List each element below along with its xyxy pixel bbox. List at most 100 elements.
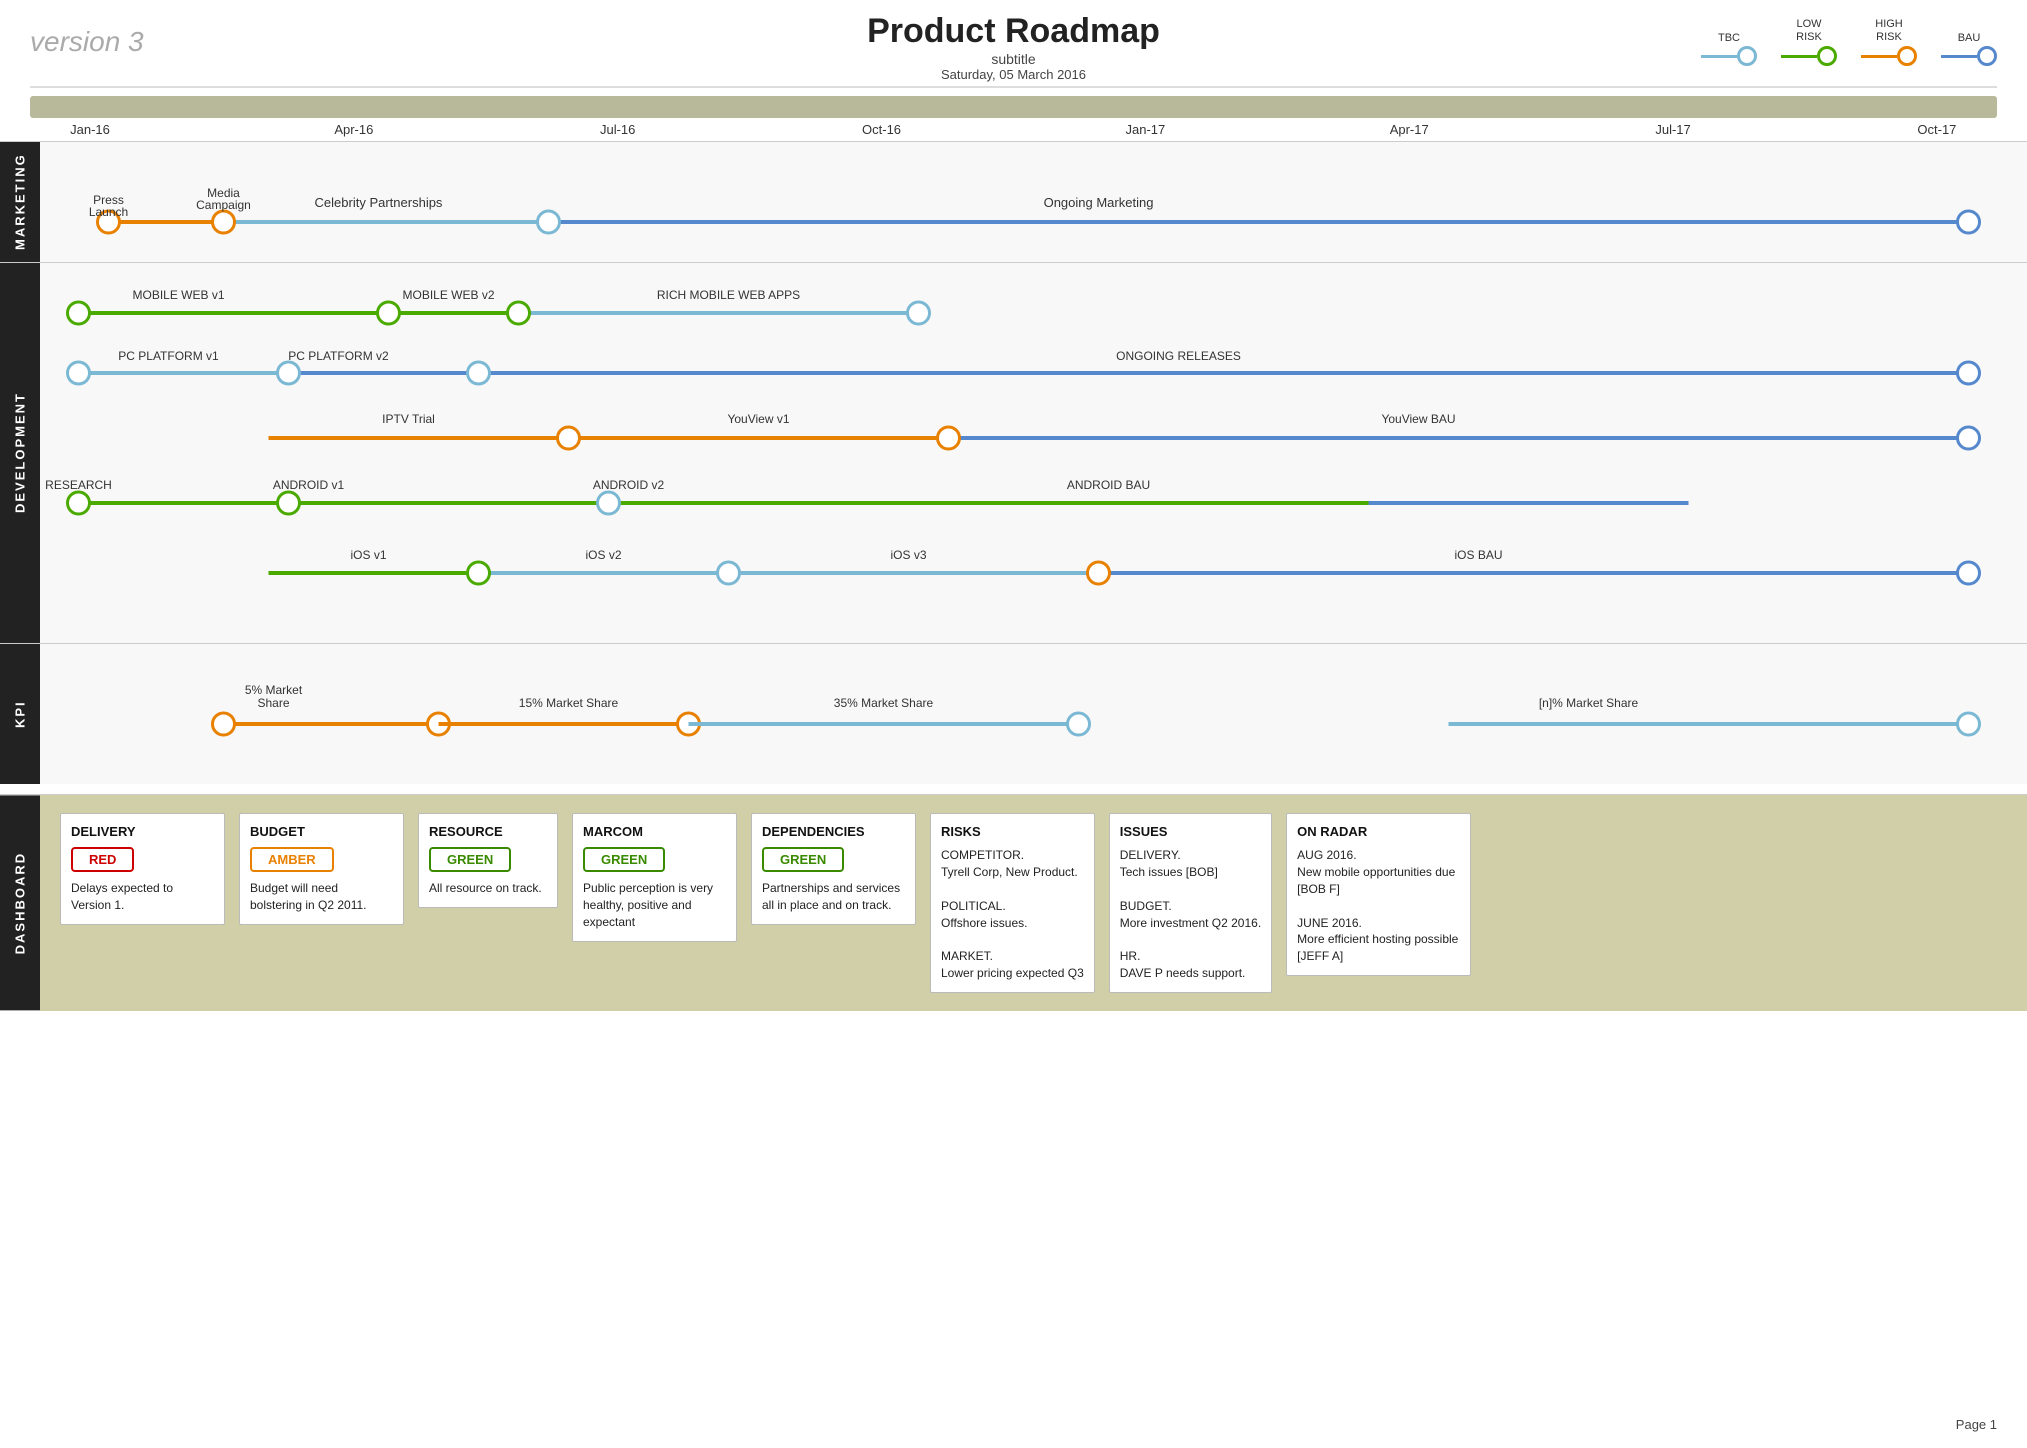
- legend-tbc-line: [1701, 46, 1757, 66]
- legend-bau: BAU: [1941, 32, 1997, 66]
- axis-label-jul16: Jul-16: [558, 122, 678, 137]
- budget-badge: AMBER: [250, 847, 334, 872]
- svg-text:iOS v1: iOS v1: [350, 548, 386, 562]
- delivery-title: DELIVERY: [71, 824, 214, 839]
- risks-title: RISKS: [941, 824, 1084, 839]
- svg-text:YouView BAU: YouView BAU: [1381, 412, 1455, 426]
- budget-text: Budget will need bolstering in Q2 2011.: [250, 880, 393, 914]
- delivery-badge: RED: [71, 847, 134, 872]
- axis-label-apr16: Apr-16: [294, 122, 414, 137]
- marcom-card: MARCOM GREEN Public perception is very h…: [572, 813, 737, 941]
- resource-title: RESOURCE: [429, 824, 547, 839]
- issues-card: ISSUES DELIVERY. Tech issues [BOB] BUDGE…: [1109, 813, 1272, 992]
- legend-lowrisk-label: LOWRISK: [1796, 18, 1822, 44]
- marketing-svg: Press Launch Media Campaign Celebrity Pa…: [40, 142, 2027, 262]
- svg-text:RICH MOBILE WEB APPS: RICH MOBILE WEB APPS: [657, 288, 800, 302]
- legend-highrisk-label: HIGHRISK: [1875, 18, 1903, 44]
- resource-card: RESOURCE GREEN All resource on track.: [418, 813, 558, 908]
- legend-bau-label: BAU: [1958, 32, 1981, 44]
- delivery-text: Delays expected to Version 1.: [71, 880, 214, 914]
- kpi-label: KPI: [0, 644, 40, 784]
- legend-tbc-circle: [1737, 46, 1757, 66]
- axis-labels: Jan-16 Apr-16 Jul-16 Oct-16 Jan-17 Apr-1…: [30, 118, 1997, 141]
- legend-lowrisk-circle: [1817, 46, 1837, 66]
- axis-label-apr17: Apr-17: [1349, 122, 1469, 137]
- svg-text:Celebrity Partnerships: Celebrity Partnerships: [315, 195, 443, 210]
- marketing-label: MARKETING: [0, 142, 40, 262]
- dependencies-title: DEPENDENCIES: [762, 824, 905, 839]
- svg-text:iOS BAU: iOS BAU: [1454, 548, 1502, 562]
- kpi-row: KPI 5% Market Share 15% Market Share 35%…: [0, 643, 2027, 784]
- timeline-axis: Jan-16 Apr-16 Jul-16 Oct-16 Jan-17 Apr-1…: [0, 96, 2027, 141]
- dependencies-text: Partnerships and services all in place a…: [762, 880, 905, 914]
- marketing-content: Press Launch Media Campaign Celebrity Pa…: [40, 142, 2027, 262]
- marcom-badge: GREEN: [583, 847, 665, 872]
- svg-text:IPTV Trial: IPTV Trial: [382, 412, 435, 426]
- on-radar-card: ON RADAR AUG 2016. New mobile opportunit…: [1286, 813, 1471, 976]
- svg-text:ANDROID v2: ANDROID v2: [593, 478, 665, 492]
- svg-text:PC PLATFORM v1: PC PLATFORM v1: [118, 349, 219, 363]
- legend-tbc: TBC: [1701, 32, 1757, 66]
- on-radar-text: AUG 2016. New mobile opportunities due […: [1297, 847, 1460, 965]
- svg-text:[n]% Market Share: [n]% Market Share: [1539, 696, 1639, 710]
- marcom-text: Public perception is very healthy, posit…: [583, 880, 726, 930]
- svg-text:iOS v3: iOS v3: [890, 548, 926, 562]
- budget-title: BUDGET: [250, 824, 393, 839]
- legend-lowrisk-bar: [1781, 55, 1817, 58]
- dashboard-content: DELIVERY RED Delays expected to Version …: [40, 795, 2027, 1010]
- legend-high-risk: HIGHRISK: [1861, 18, 1917, 66]
- legend: TBC LOWRISK HIGHRISK BAU: [1701, 18, 1997, 70]
- svg-text:15% Market Share: 15% Market Share: [519, 696, 619, 710]
- legend-highrisk-bar: [1861, 55, 1897, 58]
- dependencies-badge: GREEN: [762, 847, 844, 872]
- dependencies-card: DEPENDENCIES GREEN Partnerships and serv…: [751, 813, 916, 925]
- svg-text:RESEARCH: RESEARCH: [45, 478, 112, 492]
- legend-tbc-label: TBC: [1718, 32, 1740, 44]
- axis-label-oct17: Oct-17: [1877, 122, 1997, 137]
- legend-highrisk-circle: [1897, 46, 1917, 66]
- svg-text:Launch: Launch: [89, 205, 128, 219]
- page-number: Page 1: [1956, 1417, 1997, 1432]
- page-title: Product Roadmap: [867, 12, 1160, 51]
- svg-text:Share: Share: [257, 696, 289, 710]
- marketing-row: MARKETING Press Launch Media Campaign Ce…: [0, 141, 2027, 262]
- title-block: Product Roadmap subtitle Saturday, 05 Ma…: [867, 12, 1160, 82]
- resource-badge: GREEN: [429, 847, 511, 872]
- legend-lowrisk-line: [1781, 46, 1837, 66]
- resource-text: All resource on track.: [429, 880, 547, 897]
- legend-low-risk: LOWRISK: [1781, 18, 1837, 66]
- svg-text:PC PLATFORM v2: PC PLATFORM v2: [288, 349, 389, 363]
- spacer: [0, 784, 2027, 794]
- delivery-card: DELIVERY RED Delays expected to Version …: [60, 813, 225, 925]
- svg-text:Campaign: Campaign: [196, 198, 251, 212]
- on-radar-title: ON RADAR: [1297, 824, 1460, 839]
- subtitle: subtitle: [867, 51, 1160, 67]
- svg-text:Ongoing Marketing: Ongoing Marketing: [1044, 195, 1154, 210]
- issues-title: ISSUES: [1120, 824, 1261, 839]
- budget-card: BUDGET AMBER Budget will need bolstering…: [239, 813, 404, 925]
- development-svg: MOBILE WEB v1 MOBILE WEB v2 RICH MOBILE …: [40, 263, 2027, 643]
- svg-text:YouView v1: YouView v1: [727, 412, 789, 426]
- legend-bau-circle: [1977, 46, 1997, 66]
- svg-text:iOS v2: iOS v2: [585, 548, 621, 562]
- header-divider: [30, 86, 1997, 88]
- axis-bar: [30, 96, 1997, 118]
- svg-text:MOBILE WEB v2: MOBILE WEB v2: [402, 288, 494, 302]
- axis-label-jul17: Jul-17: [1613, 122, 1733, 137]
- kpi-content: 5% Market Share 15% Market Share 35% Mar…: [40, 644, 2027, 784]
- svg-text:ANDROID BAU: ANDROID BAU: [1067, 478, 1150, 492]
- axis-label-jan17: Jan-17: [1085, 122, 1205, 137]
- date: Saturday, 05 March 2016: [867, 67, 1160, 82]
- svg-text:ONGOING RELEASES: ONGOING RELEASES: [1116, 349, 1241, 363]
- risks-text: COMPETITOR. Tyrell Corp, New Product. PO…: [941, 847, 1084, 981]
- page-header: version 3 Product Roadmap subtitle Satur…: [0, 0, 2027, 80]
- risks-card: RISKS COMPETITOR. Tyrell Corp, New Produ…: [930, 813, 1095, 992]
- issues-text: DELIVERY. Tech issues [BOB] BUDGET. More…: [1120, 847, 1261, 981]
- development-label: DEVELOPMENT: [0, 263, 40, 643]
- kpi-svg: 5% Market Share 15% Market Share 35% Mar…: [40, 644, 2027, 784]
- development-content: MOBILE WEB v1 MOBILE WEB v2 RICH MOBILE …: [40, 263, 2027, 643]
- legend-bau-bar: [1941, 55, 1977, 58]
- svg-text:ANDROID v1: ANDROID v1: [273, 478, 345, 492]
- svg-text:5% Market: 5% Market: [245, 683, 303, 697]
- marcom-title: MARCOM: [583, 824, 726, 839]
